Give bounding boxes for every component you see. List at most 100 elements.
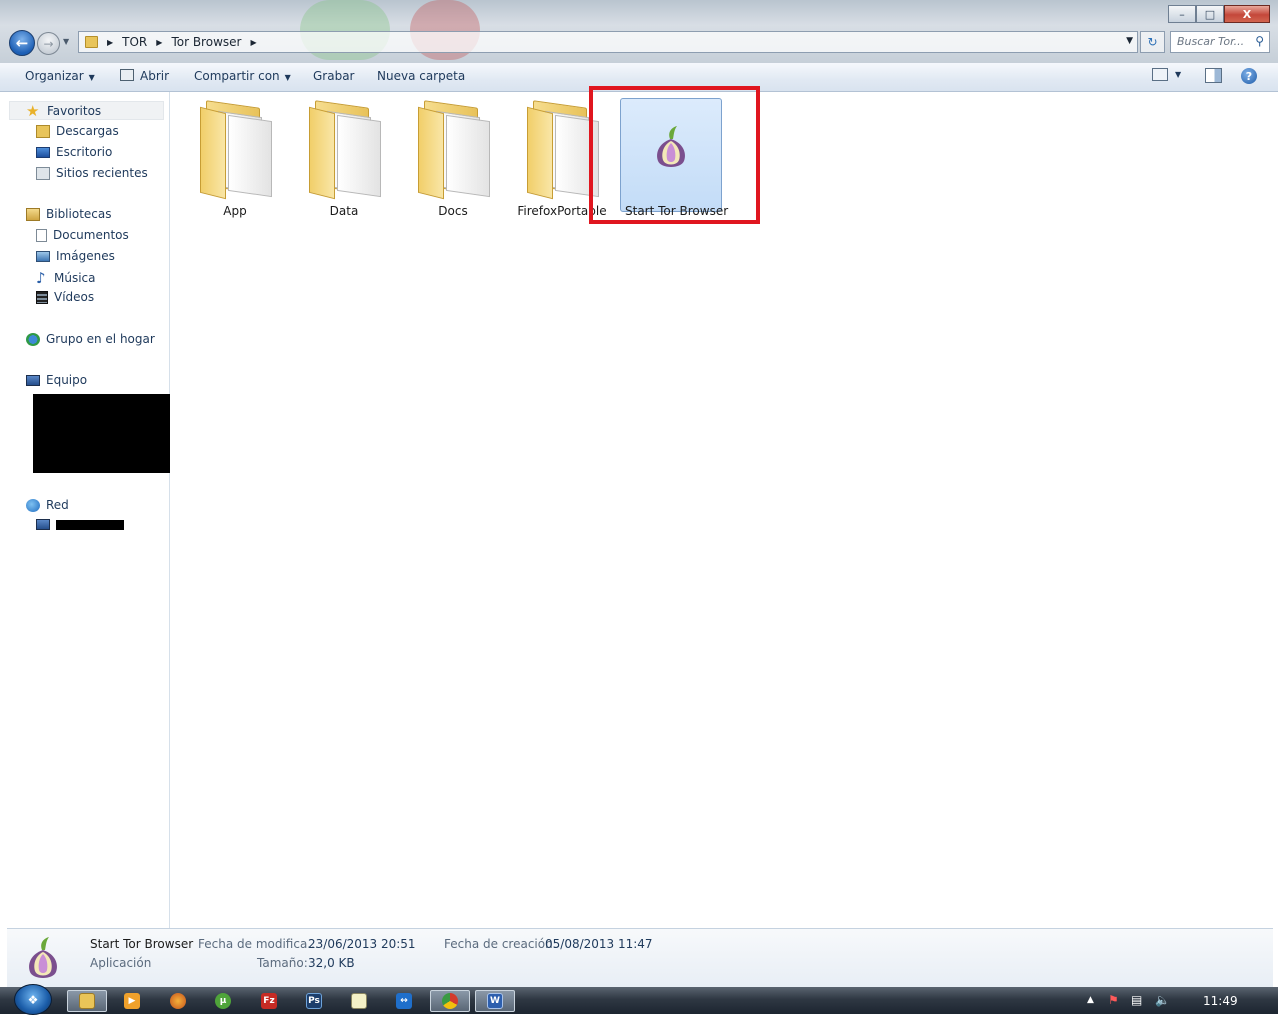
star-icon: ★ bbox=[26, 101, 40, 120]
clock[interactable]: 11:49 bbox=[1203, 994, 1238, 1008]
file-list: App Data Docs FirefoxPortable Start Tor … bbox=[170, 86, 1273, 928]
details-size-value: 32,0 KB bbox=[308, 956, 355, 970]
sidebar-item-label: Favoritos bbox=[47, 103, 102, 118]
taskbar-teamviewer[interactable]: ↔ bbox=[384, 990, 424, 1012]
breadcrumb-chevron-icon[interactable]: ▶ bbox=[156, 38, 162, 47]
taskbar-notepad[interactable] bbox=[339, 990, 379, 1012]
open-icon bbox=[120, 69, 134, 81]
filezilla-icon: Fz bbox=[261, 993, 277, 1009]
start-button[interactable]: ❖ bbox=[14, 984, 52, 1015]
sidebar-item-label: Bibliotecas bbox=[46, 207, 112, 221]
search-input[interactable] bbox=[1177, 35, 1249, 48]
details-modified-value: 23/06/2013 20:51 bbox=[308, 937, 416, 951]
taskbar-chrome[interactable] bbox=[430, 990, 470, 1012]
sidebar-item-homegroup[interactable]: Grupo en el hogar bbox=[26, 332, 155, 346]
back-button[interactable]: ← bbox=[9, 30, 35, 56]
sidebar-item-label: Red bbox=[46, 498, 69, 512]
burn-button[interactable]: Grabar bbox=[313, 69, 355, 83]
sidebar-item-label: Descargas bbox=[56, 124, 119, 138]
taskbar-word[interactable]: W bbox=[475, 990, 515, 1012]
sidebar-item-label: Música bbox=[54, 271, 96, 285]
help-icon[interactable]: ? bbox=[1241, 68, 1257, 84]
sidebar-item-videos[interactable]: Vídeos bbox=[36, 290, 94, 304]
taskbar-media-player[interactable]: ▶ bbox=[112, 990, 152, 1012]
utorrent-icon: µ bbox=[215, 993, 231, 1009]
open-button[interactable]: Abrir bbox=[120, 69, 169, 83]
downloads-icon bbox=[36, 124, 50, 138]
highlight-box bbox=[589, 86, 760, 224]
breadcrumb-tor-browser[interactable]: Tor Browser bbox=[171, 35, 241, 49]
sidebar-item-network[interactable]: Red bbox=[26, 498, 69, 512]
forward-button[interactable]: → bbox=[37, 32, 60, 55]
taskbar-utorrent[interactable]: µ bbox=[203, 990, 243, 1012]
minimize-button[interactable]: – bbox=[1168, 5, 1196, 23]
sidebar-item-network-computer[interactable] bbox=[36, 519, 124, 530]
folder-icon bbox=[418, 100, 490, 200]
organize-menu[interactable]: Organizar ▼ bbox=[25, 69, 95, 83]
libraries-icon bbox=[26, 207, 40, 221]
network-icon[interactable]: ▤ bbox=[1131, 993, 1142, 1007]
change-view-icon[interactable] bbox=[1152, 68, 1168, 81]
sidebar-item-label: Imágenes bbox=[56, 249, 115, 263]
organize-label: Organizar bbox=[25, 69, 84, 83]
title-bar: – □ X ← → ▼ ▶ TOR ▶ Tor Browser ▶ ▼ ↻ ⚲ bbox=[0, 0, 1278, 63]
word-icon: W bbox=[487, 993, 503, 1009]
refresh-icon: ↻ bbox=[1147, 35, 1158, 49]
redacted-computer-name bbox=[56, 519, 124, 530]
network-globe-icon bbox=[26, 498, 40, 512]
sidebar-item-libraries[interactable]: Bibliotecas bbox=[26, 207, 111, 221]
taskbar-firefox[interactable] bbox=[158, 990, 198, 1012]
address-dropdown-icon[interactable]: ▼ bbox=[1126, 36, 1133, 46]
homegroup-icon bbox=[26, 332, 40, 346]
preview-pane-icon[interactable] bbox=[1205, 68, 1222, 83]
recent-pages-dropdown[interactable]: ▼ bbox=[63, 37, 69, 46]
sidebar-item-images[interactable]: Imágenes bbox=[36, 249, 115, 263]
taskbar-explorer[interactable] bbox=[67, 990, 107, 1012]
sidebar-item-recent-places[interactable]: Sitios recientes bbox=[36, 166, 148, 180]
breadcrumb-chevron-icon[interactable]: ▶ bbox=[107, 38, 113, 47]
maximize-button[interactable]: □ bbox=[1196, 5, 1224, 23]
share-menu[interactable]: Compartir con ▼ bbox=[194, 69, 291, 83]
new-folder-button[interactable]: Nueva carpeta bbox=[377, 69, 465, 83]
chrome-icon bbox=[442, 993, 458, 1009]
breadcrumb-chevron-icon[interactable]: ▶ bbox=[250, 38, 256, 47]
view-options-dropdown-icon[interactable]: ▼ bbox=[1175, 70, 1181, 79]
photoshop-icon: Ps bbox=[306, 993, 322, 1009]
sidebar-item-label: Vídeos bbox=[54, 290, 95, 304]
sidebar-item-desktop[interactable]: Escritorio bbox=[36, 145, 112, 159]
taskbar-filezilla[interactable]: Fz bbox=[249, 990, 289, 1012]
folder-icon bbox=[309, 100, 381, 200]
address-bar[interactable]: ▶ TOR ▶ Tor Browser ▶ ▼ bbox=[78, 31, 1138, 53]
dropdown-arrow-icon: ▼ bbox=[88, 73, 95, 82]
computer-icon bbox=[36, 519, 50, 530]
sidebar-item-label: Escritorio bbox=[56, 145, 113, 159]
details-pane: Start Tor Browser Aplicación Fecha de mo… bbox=[7, 928, 1273, 987]
folder-app[interactable]: App bbox=[183, 98, 287, 218]
music-note-icon: ♪ bbox=[36, 269, 46, 287]
desktop-icon bbox=[36, 146, 50, 158]
search-icon[interactable]: ⚲ bbox=[1255, 34, 1264, 48]
volume-icon[interactable]: 🔈 bbox=[1155, 993, 1170, 1007]
pictures-icon bbox=[36, 250, 50, 262]
video-film-icon bbox=[36, 290, 48, 304]
sidebar-item-favorites[interactable]: ★ Favoritos bbox=[9, 101, 164, 120]
folder-docs[interactable]: Docs bbox=[401, 98, 505, 218]
taskbar-photoshop[interactable]: Ps bbox=[294, 990, 334, 1012]
sidebar-item-computer[interactable]: Equipo bbox=[26, 373, 87, 387]
sidebar-item-documents[interactable]: Documentos bbox=[36, 228, 129, 242]
media-player-icon: ▶ bbox=[124, 993, 140, 1009]
document-icon bbox=[36, 228, 47, 242]
show-hidden-icons-arrow[interactable]: ▲ bbox=[1087, 995, 1094, 1005]
details-created-label: Fecha de creación: bbox=[444, 937, 557, 951]
item-label: App bbox=[223, 204, 247, 218]
sidebar-item-music[interactable]: ♪ Música bbox=[36, 269, 96, 287]
recent-places-icon bbox=[36, 166, 50, 180]
close-button[interactable]: X bbox=[1224, 5, 1270, 23]
action-center-flag-icon[interactable]: ⚑ bbox=[1108, 993, 1119, 1007]
folder-data[interactable]: Data bbox=[292, 98, 396, 218]
item-label: Docs bbox=[438, 204, 468, 218]
sidebar-item-downloads[interactable]: Descargas bbox=[36, 124, 119, 138]
breadcrumb-tor[interactable]: TOR bbox=[122, 35, 147, 49]
search-box[interactable]: ⚲ bbox=[1170, 31, 1270, 53]
refresh-button[interactable]: ↻ bbox=[1140, 31, 1165, 53]
